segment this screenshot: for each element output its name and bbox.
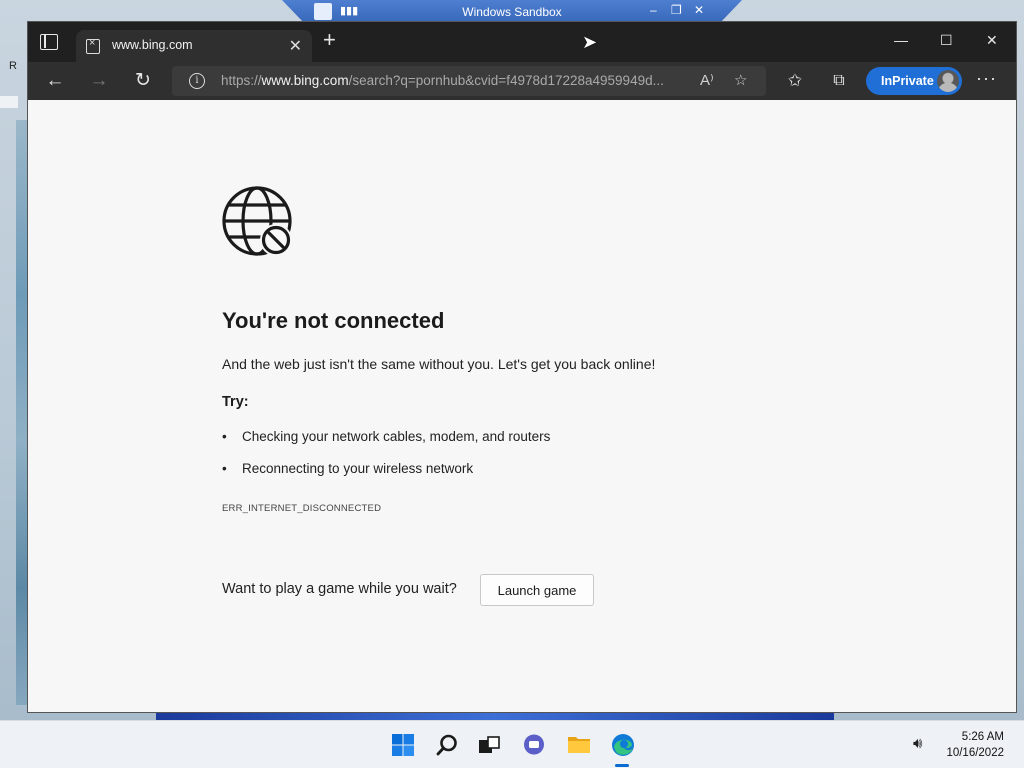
- new-tab-button[interactable]: +: [323, 29, 336, 51]
- tab-actions-icon[interactable]: [40, 34, 58, 50]
- favorites-icon[interactable]: ✩: [782, 68, 808, 94]
- launch-game-button[interactable]: Launch game: [480, 574, 594, 606]
- try-heading: Try:: [222, 394, 249, 410]
- tip-text: Checking your network cables, modem, and…: [242, 429, 551, 444]
- inprivate-button[interactable]: InPrivate: [866, 67, 962, 95]
- inprivate-label: InPrivate: [881, 74, 934, 88]
- url-path: /search?q=pornhub&cvid=f4978d17228a49599…: [348, 73, 664, 88]
- site-info-icon[interactable]: i: [189, 73, 205, 89]
- add-favorite-icon[interactable]: ☆: [734, 71, 747, 89]
- desktop-wallpaper-bottom: [156, 712, 834, 720]
- tip-item: • Checking your network cables, modem, an…: [222, 429, 550, 444]
- sandbox-close-button[interactable]: ✕: [694, 3, 704, 17]
- sandbox-title-bar[interactable]: ▮▮▮ Windows Sandbox ‒ ❐ ✕: [282, 0, 742, 24]
- maximize-button[interactable]: ☐: [940, 32, 953, 49]
- sandbox-minimize-button[interactable]: ‒: [650, 3, 657, 17]
- desktop-window-edge: [0, 96, 18, 108]
- sandbox-restore-button[interactable]: ❐: [671, 3, 682, 17]
- settings-more-button[interactable]: ···: [976, 68, 997, 89]
- error-page: You're not connected And the web just is…: [28, 100, 1016, 712]
- task-view-icon[interactable]: [477, 733, 501, 757]
- tab-strip: www.bing.com ✕ + — ☐ ✕: [28, 22, 1016, 62]
- tip-item: • Reconnecting to your wireless network: [222, 461, 473, 476]
- tip-text: Reconnecting to your wireless network: [242, 461, 474, 476]
- error-title: You're not connected: [222, 308, 445, 333]
- refresh-button[interactable]: ↻: [130, 68, 156, 94]
- avatar-icon: [937, 70, 959, 92]
- clock-date: 10/16/2022: [946, 747, 1004, 759]
- url-scheme: https://: [221, 73, 262, 88]
- address-bar[interactable]: i https://www.bing.com/search?q=pornhub&…: [172, 66, 766, 96]
- collections-icon[interactable]: ⧉: [826, 68, 852, 94]
- windows-start-icon[interactable]: [391, 733, 415, 757]
- minimize-button[interactable]: —: [894, 32, 908, 48]
- tab-error-favicon-icon: [86, 37, 100, 54]
- system-clock[interactable]: 5:26 AM 10/16/2022: [946, 729, 1004, 761]
- error-code: ERR_INTERNET_DISCONNECTED: [222, 503, 382, 514]
- speaker-icon[interactable]: 🔊︎: [913, 735, 922, 752]
- active-app-indicator: [615, 764, 629, 767]
- bullet: •: [222, 429, 227, 444]
- close-window-button[interactable]: ✕: [986, 32, 998, 49]
- file-explorer-icon[interactable]: [567, 733, 591, 757]
- mouse-cursor-icon: ➤: [582, 32, 598, 52]
- read-aloud-icon[interactable]: A⁾: [700, 71, 714, 89]
- globe-blocked-icon: [222, 186, 292, 256]
- back-button[interactable]: ←: [42, 68, 68, 94]
- desktop-text: R: [9, 60, 17, 72]
- bullet: •: [222, 461, 227, 476]
- desktop-wallpaper-strip: [16, 120, 28, 705]
- edge-icon[interactable]: [611, 733, 635, 757]
- clock-time: 5:26 AM: [961, 731, 1004, 743]
- tab-close-button[interactable]: ✕: [289, 36, 302, 56]
- tab-title: www.bing.com: [112, 38, 193, 52]
- url-host: www.bing.com: [261, 73, 349, 88]
- url-text[interactable]: https://www.bing.com/search?q=pornhub&cv…: [221, 73, 691, 88]
- taskbar: 🔊︎ 5:26 AM 10/16/2022: [0, 720, 1024, 768]
- forward-button[interactable]: →: [86, 68, 112, 94]
- teams-chat-icon[interactable]: [522, 733, 546, 757]
- edge-browser-window: www.bing.com ✕ + — ☐ ✕ ← → ↻ i https://w…: [28, 22, 1016, 712]
- browser-toolbar: ← → ↻ i https://www.bing.com/search?q=po…: [28, 62, 1016, 100]
- game-prompt: Want to play a game while you wait?: [222, 581, 457, 597]
- error-description: And the web just isn't the same without …: [222, 356, 656, 372]
- tab-bing[interactable]: www.bing.com ✕: [76, 30, 312, 62]
- search-icon[interactable]: [435, 733, 459, 757]
